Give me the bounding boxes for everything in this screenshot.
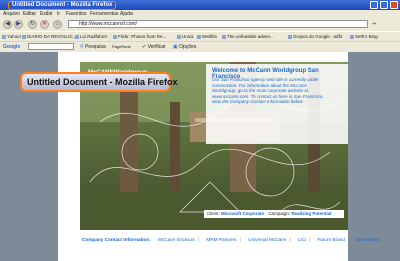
company-contact-footer: Company Contact Information: McCann Eric…	[80, 234, 380, 246]
bookmark-icon	[113, 34, 117, 39]
bookmark-item[interactable]: Flickr: Photos from Re...	[113, 34, 166, 39]
google-search-button[interactable]: ⚲ Pesquisa	[80, 44, 106, 50]
footer-link-lici[interactable]: LiCi	[298, 237, 306, 242]
window-title: Untitled Document - Mozilla Firefox	[8, 1, 117, 10]
window-title-bar: Untitled Document - Mozilla Firefox	[0, 0, 400, 10]
zoomed-window-title: Untitled Document - Mozilla Firefox	[20, 72, 178, 92]
separator: |	[197, 237, 200, 242]
separator: |	[289, 237, 291, 242]
bookmark-item[interactable]: Webfits	[197, 34, 217, 39]
footer-link-universal-mccann[interactable]: Universal McCann	[248, 237, 286, 242]
footer-link-future-brand[interactable]: Future Brand	[318, 237, 345, 242]
menu-ir[interactable]: Ir	[57, 11, 60, 17]
client-campaign-bar: Client: Microsoft Corporate Campaign: Re…	[204, 210, 344, 218]
footer-label: Company Contact Information:	[82, 237, 151, 242]
reload-icon[interactable]: ↻	[28, 20, 37, 29]
maximize-button[interactable]	[380, 1, 388, 9]
forward-icon[interactable]: ▶	[14, 20, 23, 29]
menu-ajuda[interactable]: Ajuda	[120, 11, 133, 17]
footer-link-mrm-partners[interactable]: MRM Partners	[206, 237, 236, 242]
back-icon[interactable]: ◀	[3, 20, 12, 29]
url-input[interactable]: http://www.mccannsf.com/	[68, 20, 368, 28]
options-button[interactable]: ▣ Opções	[173, 44, 196, 50]
separator: |	[347, 237, 350, 242]
bookmark-icon	[75, 34, 79, 39]
close-button[interactable]	[390, 1, 398, 9]
bookmark-item[interactable]: The unfeasible adven...	[222, 34, 274, 39]
go-button[interactable]: ➜	[372, 20, 392, 28]
campaign-value: Realizing Potential	[291, 211, 332, 216]
menu-arquivo[interactable]: Arquivo	[3, 11, 20, 17]
bookmark-icon	[22, 34, 26, 39]
google-logo: Google	[3, 44, 21, 50]
bookmark-item[interactable]: Seth's Blog	[350, 34, 378, 39]
minimize-button[interactable]	[370, 1, 378, 9]
footer-link-mccann-erickson[interactable]: McCann Erickson	[158, 237, 195, 242]
welcome-text: Our San Francisco agency web site is cur…	[212, 77, 324, 105]
bookmark-item[interactable]: DIARIO DA REVOLUC...	[22, 34, 77, 39]
campaign-label: Campaign:	[268, 211, 291, 216]
bookmark-icon	[350, 34, 354, 39]
footer-link-momentum[interactable]: Momentum	[356, 237, 379, 242]
client-value: Microsoft Corporate	[221, 211, 265, 216]
bookmark-icon	[2, 34, 6, 39]
bookmark-item[interactable]: Unica	[177, 34, 194, 39]
google-search-input[interactable]	[28, 43, 74, 50]
separator: |	[308, 237, 311, 242]
home-icon[interactable]: ⌂	[53, 20, 62, 29]
bookmark-item[interactable]: Lui Radfahrer	[75, 34, 107, 39]
bookmark-item[interactable]: Yahoo!	[2, 34, 21, 39]
bookmark-icon	[177, 34, 181, 39]
client-label: Client:	[207, 211, 220, 216]
separator: |	[239, 237, 241, 242]
bookmark-icon	[288, 34, 292, 39]
welcome-info-box: Welcome to McCann Worldgroup San Francis…	[206, 64, 348, 144]
pagerank-indicator[interactable]: PageRank	[112, 44, 131, 50]
verify-button[interactable]: ✔ Verificar	[142, 44, 166, 50]
stop-icon[interactable]: ✕	[40, 20, 49, 29]
bookmark-icon	[197, 34, 201, 39]
bookmark-icon	[222, 34, 226, 39]
navigation-toolbar: ◀ ▶ ↻ ✕ ⌂ http://www.mccannsf.com/ ➜	[0, 18, 400, 31]
menu-editar[interactable]: Editar	[23, 11, 36, 17]
menu-ferramentas[interactable]: Ferramentas	[90, 11, 118, 17]
menu-favoritos[interactable]: Favoritos	[66, 11, 87, 17]
menu-exibir[interactable]: Exibir	[40, 11, 53, 17]
bookmark-item[interactable]: Grupos do Google : adf3	[288, 34, 342, 39]
